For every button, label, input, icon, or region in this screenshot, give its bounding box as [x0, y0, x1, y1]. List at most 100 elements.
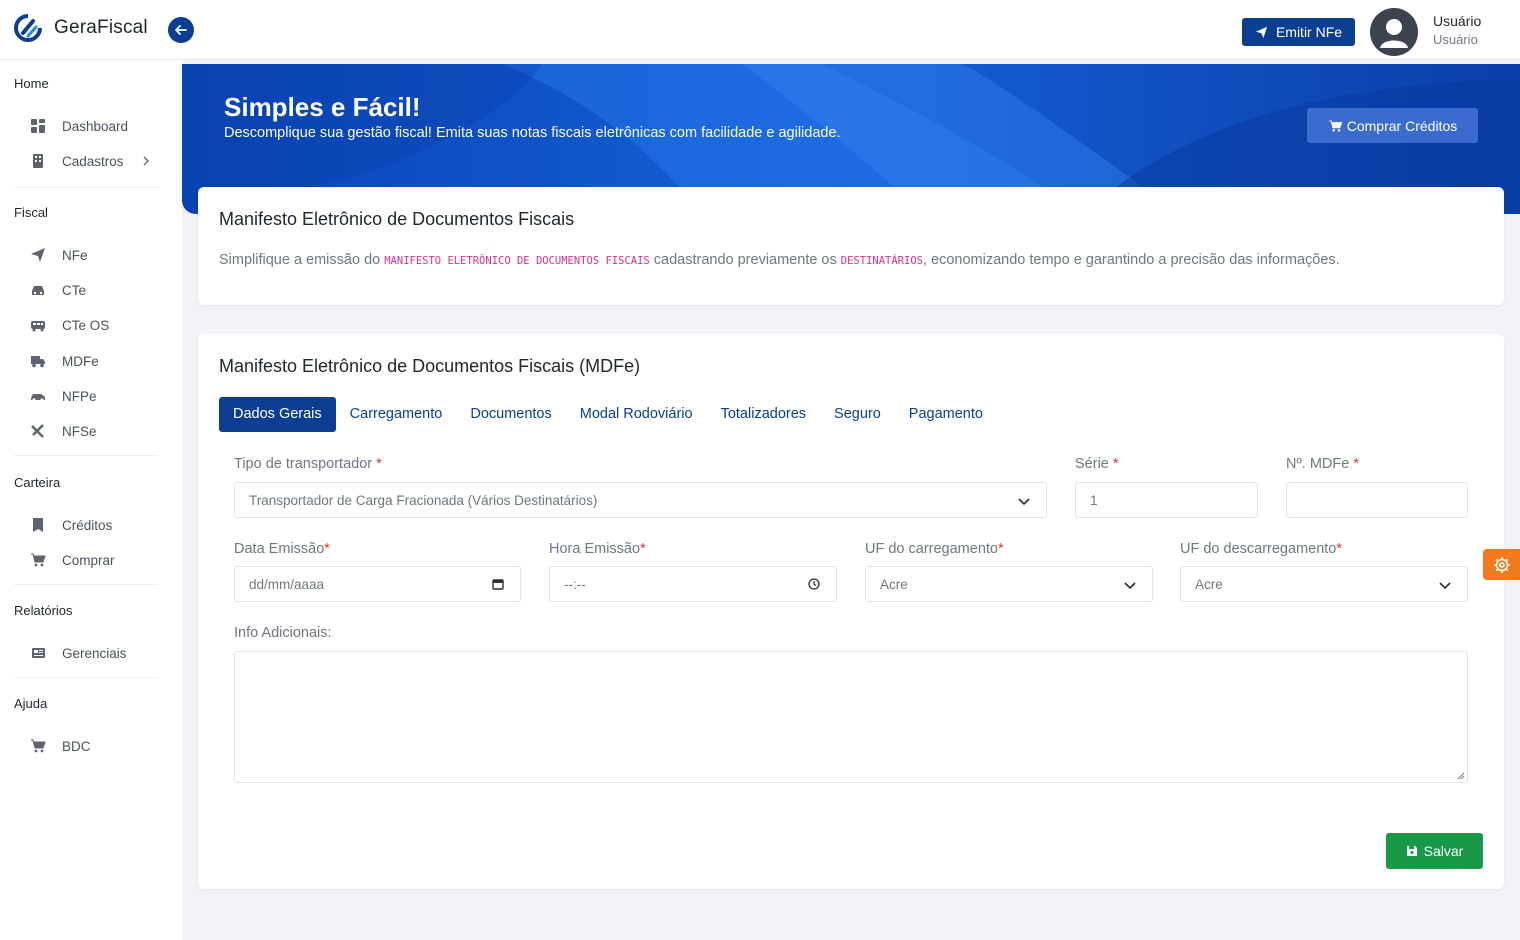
label-text: UF do descarregamento [1180, 541, 1337, 557]
sidebar-item-gerenciais[interactable]: Gerenciais [30, 642, 127, 664]
required-mark: * [1353, 456, 1359, 472]
sidebar-item-mdfe[interactable]: MDFe [30, 350, 99, 372]
info-code-mdfe: MANIFESTO ELETRÔNICO DE DOCUMENTOS FISCA… [384, 255, 650, 267]
input-value: 1 [1090, 492, 1098, 508]
sidebar-item-bdc[interactable]: BDC [30, 735, 91, 757]
sidebar-item-nfpe[interactable]: NFPe [30, 385, 97, 407]
select-value: Transportador de Carga Fracionada (Vário… [249, 492, 598, 508]
emit-nfe-button[interactable]: Emitir NFe [1242, 18, 1355, 46]
buy-credits-button[interactable]: Comprar Créditos [1307, 108, 1478, 143]
top-bar: GeraFiscal Emitir NFe Usuário Usuário [0, 0, 1520, 60]
sidebar-item-nfse[interactable]: NFSe [30, 420, 97, 442]
wallet-icon [33, 518, 43, 532]
building-icon [33, 154, 43, 168]
emit-nfe-label: Emitir NFe [1275, 24, 1343, 40]
calendar-icon[interactable] [492, 578, 504, 590]
bus-icon [31, 321, 45, 332]
gerafiscal-logo-icon [14, 14, 42, 42]
sidebar-section-ajuda: Ajuda [14, 696, 48, 711]
cart-icon [31, 739, 46, 753]
sidebar-item-creditos[interactable]: Créditos [30, 514, 112, 536]
tab-documentos[interactable]: Documentos [456, 397, 565, 432]
info-adicionais-textarea[interactable] [234, 651, 1468, 783]
sidebar-item-label: CTe OS [62, 317, 110, 333]
sidebar-divider [14, 584, 158, 585]
label-text: Nº. MDFe [1286, 456, 1350, 472]
newspaper-icon [32, 648, 45, 658]
user-info[interactable]: Usuário Usuário [1433, 13, 1481, 47]
tab-seguro[interactable]: Seguro [820, 397, 895, 432]
sidebar-item-dashboard[interactable]: Dashboard [30, 115, 128, 137]
tools-icon [31, 424, 44, 438]
numero-mdfe-input[interactable] [1286, 482, 1468, 518]
sidebar-item-nfe[interactable]: NFe [30, 244, 88, 266]
sidebar-divider [14, 187, 158, 188]
sidebar-item-label: Créditos [62, 517, 113, 533]
save-icon [1406, 846, 1417, 856]
required-mark: * [376, 456, 382, 472]
tab-totalizadores[interactable]: Totalizadores [707, 397, 820, 432]
cart-icon [1329, 119, 1342, 132]
sidebar-item-label: NFe [62, 247, 88, 263]
input-placeholder: dd/mm/aaaa [249, 576, 325, 592]
uf-carregamento-select[interactable]: Acre [865, 566, 1153, 602]
clock-icon[interactable] [808, 578, 820, 590]
info-code-destinatarios: DESTINATÁRIOS [840, 255, 923, 267]
data-emissao-input[interactable]: dd/mm/aaaa [234, 566, 521, 602]
info-card-text: Simplifique a emissão do MANIFESTO ELETR… [219, 252, 1340, 268]
info-text-part: , economizando tempo e garantindo a prec… [922, 252, 1340, 268]
brand[interactable]: GeraFiscal [14, 14, 148, 42]
tab-carregamento[interactable]: Carregamento [336, 397, 457, 432]
car-icon [32, 286, 44, 295]
required-mark: * [1336, 541, 1343, 557]
sidebar-divider [14, 455, 158, 456]
required-mark: * [640, 541, 646, 557]
tipo-transportador-select[interactable]: Transportador de Carga Fracionada (Vário… [234, 482, 1047, 518]
sidebar-item-label: MDFe [62, 353, 99, 369]
mdfe-form-card: Manifesto Eletrônico de Documentos Fisca… [198, 334, 1504, 889]
save-label: Salvar [1423, 843, 1464, 859]
info-adicionais-label: Info Adicionais: [234, 625, 332, 641]
input-placeholder: --:-- [564, 576, 586, 592]
uf-descarregamento-select[interactable]: Acre [1180, 566, 1468, 602]
truck-icon [31, 356, 45, 368]
sidebar-item-cte-os[interactable]: CTe OS [30, 314, 109, 336]
user-avatar-icon [1370, 8, 1418, 56]
required-mark: * [1112, 456, 1119, 472]
serie-label: Série * [1075, 456, 1119, 472]
sidebar-item-cte[interactable]: CTe [30, 279, 86, 301]
tab-dados-gerais[interactable]: Dados Gerais [219, 397, 336, 432]
serie-input[interactable]: 1 [1075, 482, 1258, 518]
info-text-part: Simplifique a emissão do [219, 252, 385, 268]
chevron-down-icon [1018, 498, 1030, 506]
label-text: Tipo de transportador [234, 456, 373, 472]
avatar[interactable] [1370, 8, 1418, 56]
label-text: UF do carregamento [865, 541, 998, 557]
resize-handle-icon[interactable] [1456, 771, 1465, 780]
sidebar-item-label: NFSe [62, 423, 97, 439]
save-button[interactable]: Salvar [1386, 833, 1483, 869]
sidebar-section-fiscal: Fiscal [14, 205, 48, 220]
paper-plane-icon [31, 248, 45, 262]
sidebar-section-carteira: Carteira [14, 475, 61, 490]
sidebar-item-comprar[interactable]: Comprar [30, 549, 115, 571]
tab-modal-rodoviario[interactable]: Modal Rodoviário [566, 397, 707, 432]
label-text: Data Emissão [234, 541, 325, 557]
sidebar-item-label: BDC [62, 738, 91, 754]
uf-carregamento-label: UF do carregamento* [865, 541, 1004, 557]
sidebar-item-label: NFPe [62, 388, 97, 404]
sidebar-item-label: CTe [62, 282, 87, 298]
collapse-sidebar-button[interactable] [168, 17, 194, 43]
paper-plane-icon [1255, 26, 1268, 38]
brand-name: GeraFiscal [54, 17, 148, 38]
chevron-down-icon [1439, 582, 1451, 590]
tipo-transportador-label: Tipo de transportador * [234, 456, 382, 472]
dashboard-icon [31, 119, 45, 133]
select-value: Acre [880, 576, 908, 592]
hora-emissao-input[interactable]: --:-- [549, 566, 837, 602]
settings-toggle-button[interactable] [1483, 549, 1520, 580]
tab-pagamento[interactable]: Pagamento [895, 397, 997, 432]
car-side-icon [31, 394, 45, 402]
label-text: Hora Emissão [549, 541, 641, 557]
sidebar-item-cadastros[interactable]: Cadastros [30, 150, 124, 172]
